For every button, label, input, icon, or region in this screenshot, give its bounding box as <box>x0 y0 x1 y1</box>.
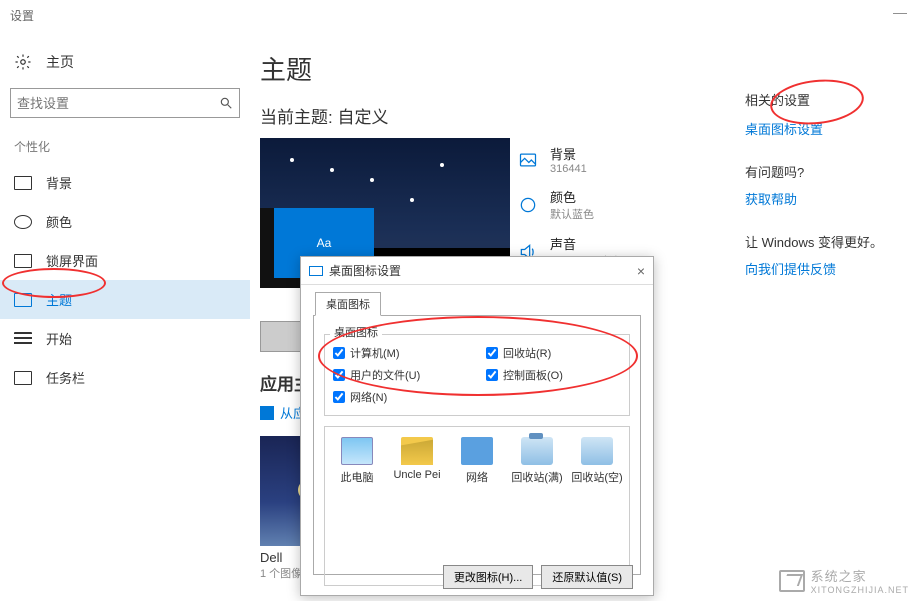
lockscreen-icon <box>14 254 32 268</box>
prop-color[interactable]: 颜色默认蓝色 <box>518 181 620 228</box>
sidebar-item-start[interactable]: 开始 <box>0 319 250 358</box>
check-userfiles[interactable]: 用户的文件(U) <box>333 367 468 383</box>
restore-default-button[interactable]: 还原默认值(S) <box>541 565 633 589</box>
right-pane: 相关的设置 桌面图标设置 有问题吗? 获取帮助 让 Windows 变得更好。 … <box>745 30 915 581</box>
desktop-icon-settings-link[interactable]: 桌面图标设置 <box>745 119 905 138</box>
current-theme-label: 当前主题: 自定义 <box>260 103 721 128</box>
store-icon <box>260 406 274 420</box>
better-text: 让 Windows 变得更好。 <box>745 232 905 251</box>
icon-user-folder[interactable]: Uncle Pei <box>391 437 443 481</box>
sidebar-item-lockscreen[interactable]: 锁屏界面 <box>0 241 250 280</box>
dialog-title-text: 桌面图标设置 <box>329 262 401 279</box>
sidebar-item-taskbar[interactable]: 任务栏 <box>0 358 250 397</box>
search-icon <box>219 96 233 110</box>
icon-network[interactable]: 网络 <box>451 437 503 485</box>
theme-icon <box>14 293 32 307</box>
check-cpanel[interactable]: 控制面板(O) <box>486 367 621 383</box>
picture-icon <box>14 176 32 190</box>
watermark: 系统之家 XITONGZHIJIA.NET <box>779 566 909 595</box>
home-link[interactable]: 主页 <box>0 46 250 78</box>
dialog-icon <box>309 266 323 276</box>
home-label: 主页 <box>46 52 74 72</box>
question-text: 有问题吗? <box>745 162 905 181</box>
icon-this-pc[interactable]: 此电脑 <box>331 437 383 485</box>
watermark-icon <box>779 570 805 592</box>
icon-recycle-empty[interactable]: 回收站(空) <box>571 437 623 485</box>
sidebar-item-themes[interactable]: 主题 <box>0 280 250 319</box>
start-icon <box>14 332 32 346</box>
taskbar-icon <box>14 371 32 385</box>
minimize-icon[interactable]: — <box>893 4 907 20</box>
sidebar-section: 个性化 <box>0 130 250 163</box>
check-network[interactable]: 网络(N) <box>333 389 468 405</box>
sidebar-item-background[interactable]: 背景 <box>0 163 250 202</box>
window-title: 设置 <box>10 7 34 24</box>
related-settings-head: 相关的设置 <box>745 90 905 109</box>
prop-background[interactable]: 背景316441 <box>518 138 620 181</box>
check-recycle[interactable]: 回收站(R) <box>486 345 621 361</box>
search-field[interactable] <box>17 96 219 111</box>
sidebar: 主页 个性化 背景 颜色 锁屏界面 主题 开始 任务栏 <box>0 30 250 581</box>
picture-icon <box>518 150 538 170</box>
check-computer[interactable]: 计算机(M) <box>333 345 468 361</box>
desktop-icon-settings-dialog: 桌面图标设置 × 桌面图标 桌面图标 计算机(M) 回收站(R) 用户的文件(U… <box>300 256 654 596</box>
close-icon[interactable]: × <box>637 263 645 279</box>
feedback-link[interactable]: 向我们提供反馈 <box>745 259 905 278</box>
icon-recycle-full[interactable]: 回收站(满) <box>511 437 563 485</box>
search-input[interactable] <box>10 88 240 118</box>
icon-preview-box: 此电脑 Uncle Pei 网络 回收站(满) 回收站(空) <box>324 426 630 586</box>
get-help-link[interactable]: 获取帮助 <box>745 189 905 208</box>
sidebar-item-colors[interactable]: 颜色 <box>0 202 250 241</box>
palette-icon <box>14 215 32 229</box>
group-label: 桌面图标 <box>330 327 382 339</box>
change-icon-button[interactable]: 更改图标(H)... <box>443 565 533 589</box>
color-icon <box>518 195 538 215</box>
tab-desktop-icons[interactable]: 桌面图标 <box>315 292 381 316</box>
page-title: 主题 <box>260 50 721 87</box>
gear-icon <box>14 53 32 71</box>
